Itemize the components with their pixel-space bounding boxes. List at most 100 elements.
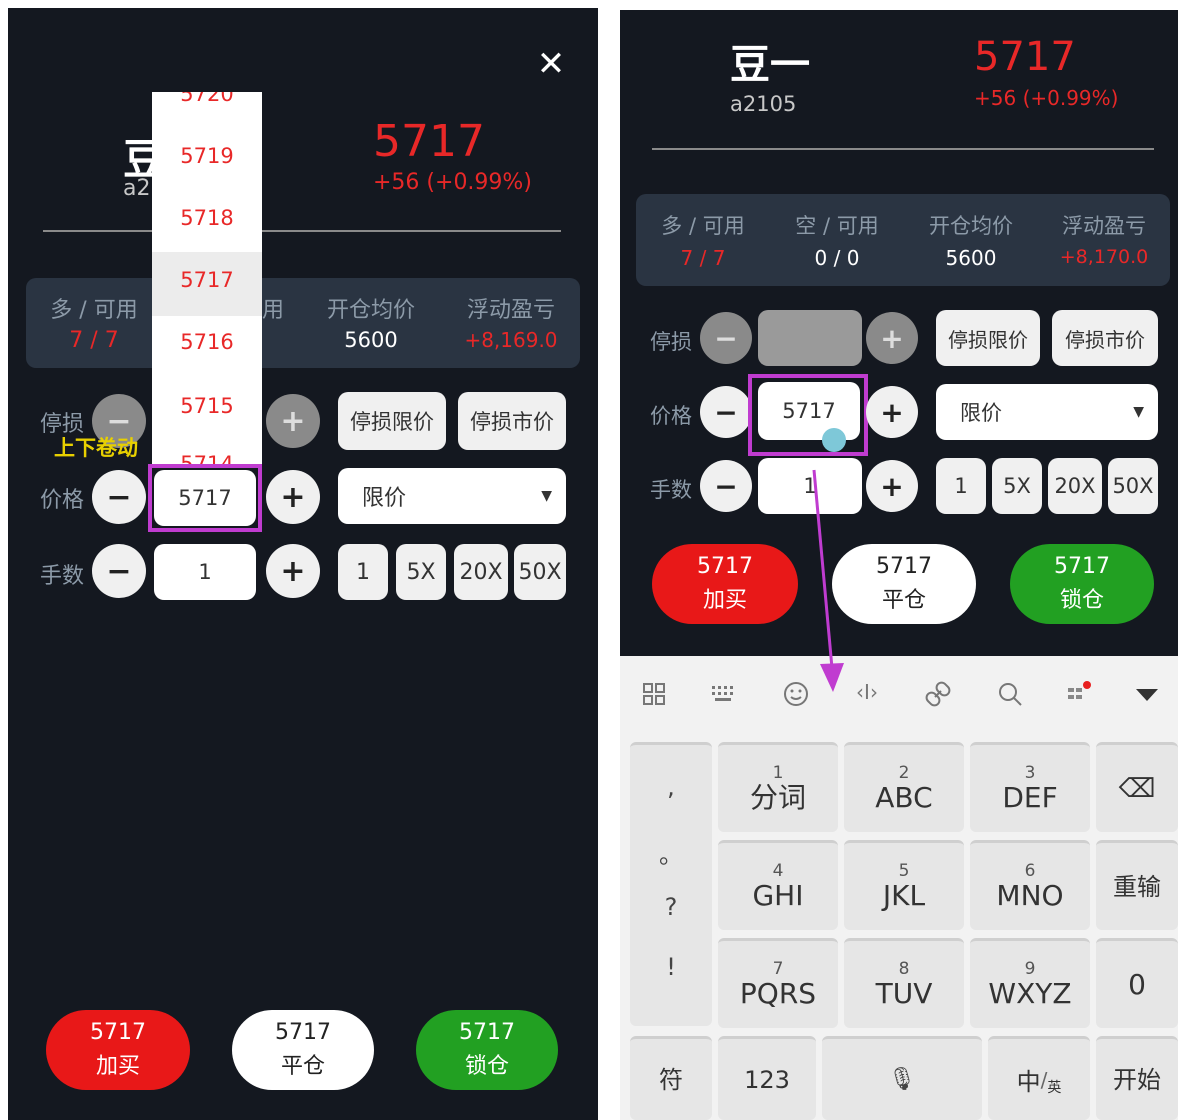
stop-market-button[interactable]: 停损市价 (1052, 310, 1158, 366)
avg-price-value: 5600 (344, 328, 398, 352)
header-divider (43, 230, 561, 232)
stop-market-button[interactable]: 停损市价 (458, 392, 566, 450)
key-5[interactable]: 5 JKL (844, 840, 964, 930)
price-picker[interactable]: 5720 5719 5718 5717 5716 5715 5714 (152, 92, 262, 464)
qty-preset-20x[interactable]: 20X (1048, 458, 1102, 514)
qty-input[interactable]: 1 (758, 458, 862, 514)
key-7[interactable]: 7 PQRS (718, 938, 838, 1028)
qty-preset-50x[interactable]: 50X (514, 544, 566, 600)
qty-minus-button[interactable]: − (92, 544, 146, 598)
qty-preset-50x[interactable]: 50X (1108, 458, 1158, 514)
left-order-panel: ✕ 豆 a2 5717 +56 (+0.99%) 多 / 可用 7 / 7 用 … (8, 8, 598, 1120)
buy-button[interactable]: 5717 加买 (652, 544, 798, 624)
price-plus-button[interactable]: + (266, 470, 320, 524)
buy-button[interactable]: 5717 加买 (46, 1010, 190, 1090)
cursor-handle[interactable] (822, 428, 846, 452)
symbol-key[interactable]: 符 (630, 1036, 712, 1120)
qty-plus-button[interactable]: + (866, 460, 918, 512)
lock-button[interactable]: 5717 锁仓 (416, 1010, 558, 1090)
qty-minus-button[interactable]: − (700, 460, 752, 512)
link-icon[interactable] (924, 680, 952, 708)
punct-question[interactable]: ? (630, 893, 712, 921)
key-4[interactable]: 4 GHI (718, 840, 838, 930)
start-label: 开始 (1113, 1065, 1161, 1094)
long-label: 多 / 可用 (50, 298, 138, 323)
price-label: 价格 (40, 488, 85, 513)
key-1[interactable]: 1 分词 (718, 742, 838, 832)
close-position-button[interactable]: 5717 平仓 (832, 544, 976, 624)
stop-limit-button[interactable]: 停损限价 (936, 310, 1040, 366)
price-input[interactable]: 5717 (758, 382, 860, 440)
lock-label: 锁仓 (464, 1054, 509, 1079)
stop-plus-button[interactable]: + (866, 312, 918, 364)
key-label: TUV (875, 976, 933, 1010)
grid-icon[interactable] (642, 682, 666, 706)
qty-preset-1[interactable]: 1 (338, 544, 388, 600)
emoji-icon[interactable] (782, 680, 810, 708)
picker-item[interactable]: 5716 (152, 330, 262, 354)
price-change: +56 (+0.99%) (373, 170, 532, 195)
key-9[interactable]: 9 WXYZ (970, 938, 1090, 1028)
space-key[interactable]: 🎙 (822, 1036, 982, 1120)
qty-plus-button[interactable]: + (266, 544, 320, 598)
close-price: 5717 (275, 1020, 331, 1045)
more-apps-icon[interactable] (1066, 680, 1092, 708)
qty-preset-5x[interactable]: 5X (992, 458, 1042, 514)
price-minus-button[interactable]: − (700, 386, 752, 438)
stop-minus-button[interactable]: − (700, 312, 752, 364)
punct-period[interactable]: 。 (630, 835, 712, 870)
stop-plus-button[interactable]: + (266, 394, 320, 448)
qty-preset-5x[interactable]: 5X (396, 544, 446, 600)
punctuation-column[interactable]: , 。 ? ! (630, 742, 712, 1026)
price-plus-button[interactable]: + (866, 386, 918, 438)
picker-item[interactable]: 5720 (152, 92, 262, 106)
language-switch-key[interactable]: 中 / 英 (988, 1036, 1090, 1120)
close-label: 平仓 (881, 588, 926, 613)
delete-key[interactable]: ⌫ (1096, 742, 1178, 832)
start-key[interactable]: 开始 (1096, 1036, 1178, 1120)
dropdown-arrow-icon: ▼ (1133, 404, 1144, 420)
reenter-key[interactable]: 重输 (1096, 840, 1178, 930)
lock-button[interactable]: 5717 锁仓 (1010, 544, 1154, 624)
stop-limit-button[interactable]: 停损限价 (338, 392, 446, 450)
picker-item[interactable]: 5714 (152, 452, 262, 464)
close-position-button[interactable]: 5717 平仓 (232, 1010, 374, 1090)
ime-keyboard: ‹I› , 。 ? ! 1 分词 2 ABC 3 DEF ⌫ 4 GHI 5 J… (620, 656, 1178, 1120)
key-label: WXYZ (988, 976, 1072, 1010)
price-minus-button[interactable]: − (92, 470, 146, 524)
keyboard-icon[interactable] (710, 684, 738, 704)
order-type-select[interactable]: 限价 ▼ (338, 468, 566, 524)
number-mode-key[interactable]: 123 (718, 1036, 816, 1120)
key-2[interactable]: 2 ABC (844, 742, 964, 832)
cursor-move-icon[interactable]: ‹I› (852, 680, 882, 708)
key-label: GHI (752, 878, 804, 912)
right-order-panel: 豆一 a2105 5717 +56 (+0.99%) 多 / 可用 7 / 7 … (620, 10, 1178, 656)
search-icon[interactable] (996, 680, 1024, 708)
contract-title: 豆一 (730, 42, 810, 88)
key-label: 分词 (749, 780, 806, 814)
key-3[interactable]: 3 DEF (970, 742, 1090, 832)
picker-item[interactable]: 5718 (152, 206, 262, 230)
picker-item[interactable]: 5715 (152, 394, 262, 418)
key-number: 4 (772, 860, 784, 881)
picker-item[interactable]: 5719 (152, 144, 262, 168)
price-input[interactable]: 5717 (154, 470, 256, 526)
punct-comma[interactable]: , (630, 773, 712, 801)
long-value: 7 / 7 (69, 328, 119, 353)
collapse-keyboard-icon[interactable] (1134, 686, 1160, 704)
qty-input[interactable]: 1 (154, 544, 256, 600)
order-type-select[interactable]: 限价 ▼ (936, 384, 1158, 440)
picker-item-selected[interactable]: 5717 (152, 268, 262, 292)
microphone-icon[interactable]: 🎙 (888, 1067, 916, 1092)
qty-preset-1[interactable]: 1 (936, 458, 986, 514)
order-type-value: 限价 (960, 401, 1002, 425)
stop-price-input[interactable] (758, 310, 862, 366)
key-0[interactable]: 0 (1096, 938, 1178, 1028)
punct-exclaim[interactable]: ! (630, 953, 712, 981)
qty-preset-20x[interactable]: 20X (454, 544, 508, 600)
key-6[interactable]: 6 MNO (970, 840, 1090, 930)
key-8[interactable]: 8 TUV (844, 938, 964, 1028)
key-number: 1 (772, 762, 784, 783)
close-icon[interactable]: ✕ (536, 47, 566, 81)
key-label: DEF (1002, 780, 1058, 814)
